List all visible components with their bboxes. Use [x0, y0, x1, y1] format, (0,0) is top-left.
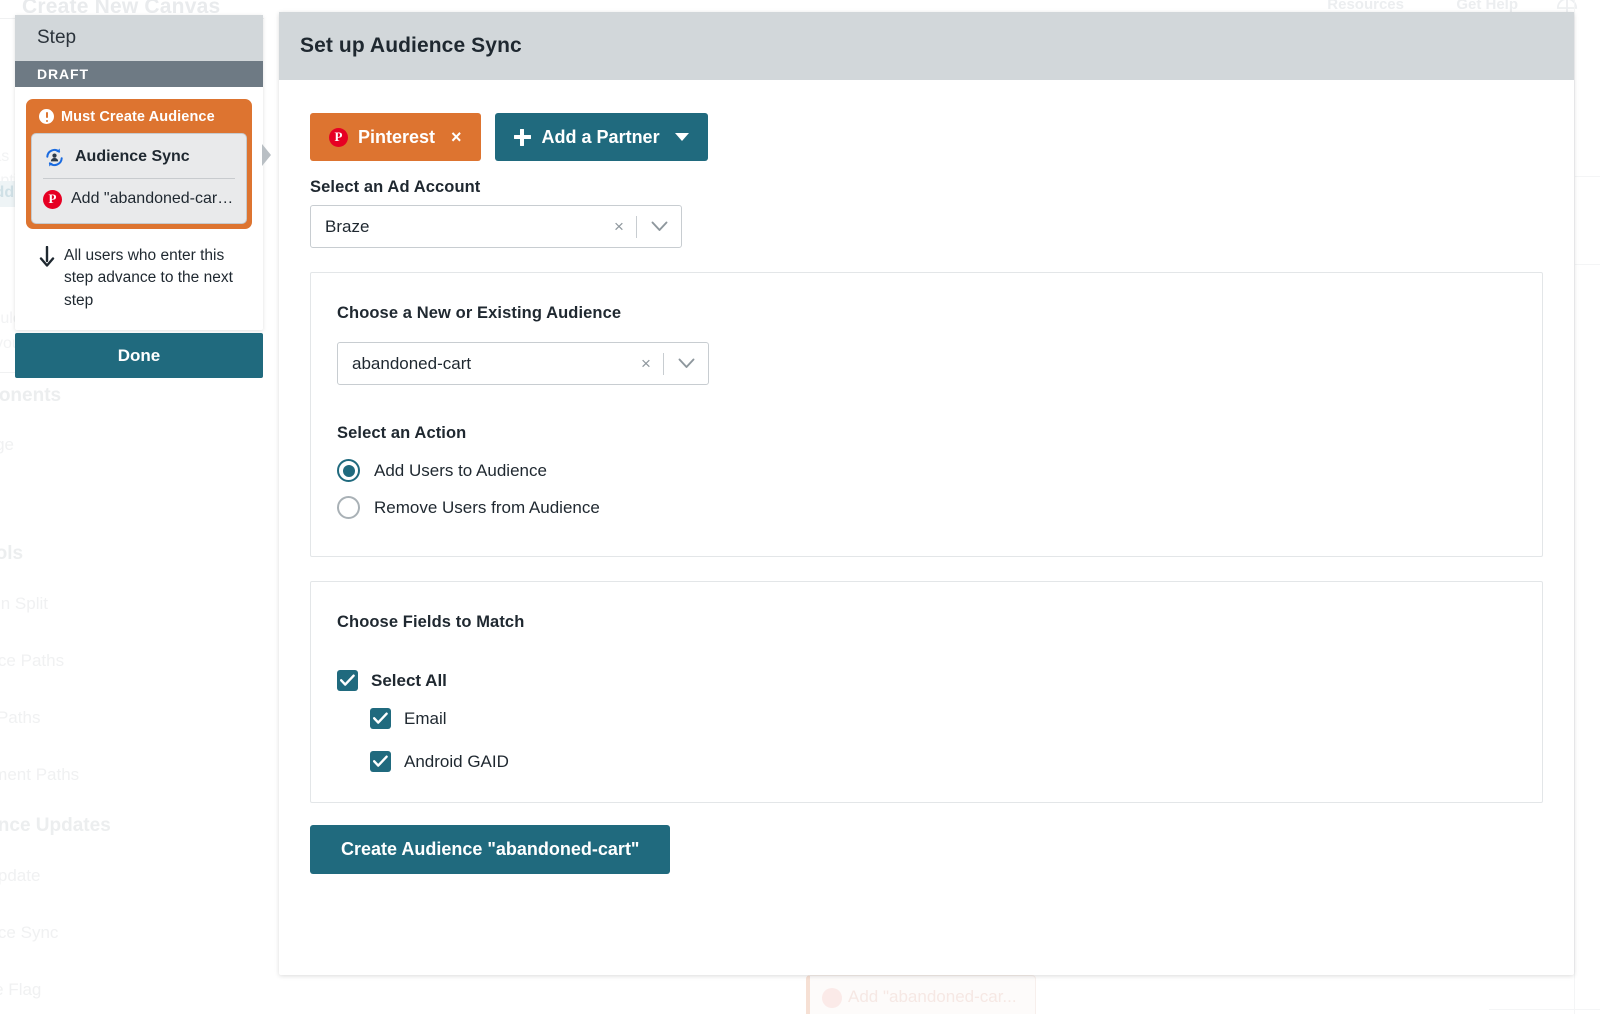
panel-header: Set up Audience Sync [279, 12, 1574, 80]
partner-node-row[interactable]: P Add "abandoned-car… [43, 185, 235, 213]
fields-label: Choose Fields to Match [337, 613, 525, 631]
chevron-down-icon[interactable] [664, 358, 708, 369]
check-icon [373, 755, 388, 767]
step-panel-title: Step [37, 27, 77, 48]
checkbox-email[interactable]: Email [370, 708, 1516, 729]
must-create-audience-title: Must Create Audience [61, 108, 215, 125]
checkbox-select-all-input[interactable] [337, 670, 358, 691]
audience-select[interactable]: abandoned-cart × [337, 342, 709, 385]
audience-sync-panel: Set up Audience Sync P Pinterest × Add a… [279, 12, 1574, 975]
checkbox-android-gaid-input[interactable] [370, 751, 391, 772]
node-divider [43, 178, 235, 179]
field-checkbox-list: Email Android GAID [370, 708, 1516, 772]
chevron-down-icon [674, 133, 689, 141]
background-sidebar-item: Audience Sync [0, 923, 59, 942]
close-icon[interactable]: × [629, 355, 663, 372]
create-audience-button[interactable]: Create Audience "abandoned-cart" [310, 825, 671, 874]
partner-node-label: Add "abandoned-car… [71, 190, 234, 207]
check-icon [373, 712, 388, 724]
step-panel-header: Step [15, 15, 263, 61]
checkbox-android-gaid[interactable]: Android GAID [370, 751, 1516, 772]
radio-add-users[interactable]: Add Users to Audience [337, 452, 1516, 489]
radio-remove-users-label: Remove Users from Audience [374, 497, 600, 517]
ad-account-label: Select an Ad Account [310, 178, 481, 196]
background-sidebar-item: Audience Paths [0, 651, 65, 670]
must-create-audience-header: Must Create Audience [29, 102, 249, 131]
advance-note-text: All users who enter this step advance to… [64, 247, 233, 309]
partner-pinterest-button[interactable]: P Pinterest × [310, 113, 481, 161]
partner-pinterest-label: Pinterest [358, 126, 436, 147]
background-sidebar-item: Controls [0, 543, 24, 564]
must-create-audience-card[interactable]: Must Create Audience Audience Sync P Add… [26, 99, 252, 229]
page-title: Set up Audience Sync [300, 34, 522, 57]
background-sidebar-item: Components [0, 385, 62, 406]
close-icon[interactable]: × [602, 218, 636, 235]
done-button[interactable]: Done [15, 333, 263, 378]
audience-sync-node-row: Audience Sync [43, 143, 235, 171]
background-sidebar-item: Audience Updates [0, 815, 111, 836]
radio-add-users-input[interactable] [337, 459, 360, 482]
checkbox-email-input[interactable] [370, 708, 391, 729]
check-icon [340, 674, 355, 686]
chevron-down-icon[interactable] [637, 221, 681, 232]
background-sidebar-item: Feature Flag [0, 980, 42, 999]
ad-account-value: Braze [325, 216, 370, 236]
background-faint-row: Canvas [0, 148, 10, 165]
radio-remove-users[interactable]: Remove Users from Audience [337, 489, 1516, 526]
audience-sync-node[interactable]: Audience Sync P Add "abandoned-car… [31, 133, 247, 224]
background-sidebar-item: User Update [0, 866, 41, 885]
add-partner-label: Add a Partner [541, 126, 660, 147]
audience-value: abandoned-cart [352, 353, 472, 373]
advance-note: All users who enter this step advance to… [26, 229, 252, 330]
background-sidebar-item: Message [0, 435, 14, 454]
radio-add-users-label: Add Users to Audience [374, 460, 547, 480]
checkbox-select-all-label: Select All [371, 670, 447, 690]
audience-sync-node-label: Audience Sync [75, 148, 190, 165]
background-sidebar-item: Experiment Paths [0, 765, 80, 784]
ad-account-select[interactable]: Braze × [310, 205, 682, 248]
background-sidebar-item: Decision Split [0, 594, 48, 613]
plus-icon [513, 128, 531, 146]
audience-section: Choose a New or Existing Audience abando… [310, 272, 1543, 557]
pinterest-icon [822, 988, 842, 1008]
audience-sync-icon [46, 147, 63, 167]
checkbox-select-all[interactable]: Select All [337, 670, 1516, 691]
draft-badge-label: DRAFT [37, 66, 89, 82]
ad-account-field: Select an Ad Account Braze × [310, 178, 1543, 248]
alert-circle-icon [39, 109, 54, 124]
pinterest-icon: P [43, 189, 62, 209]
radio-remove-users-input[interactable] [337, 496, 360, 519]
add-partner-button[interactable]: Add a Partner [494, 113, 708, 161]
pinterest-icon: P [329, 127, 348, 147]
background-floating-card-label: Add "abandoned-car... [848, 987, 1017, 1006]
audience-label: Choose a New or Existing Audience [337, 304, 622, 322]
right-triangle-icon [262, 144, 271, 166]
close-icon[interactable]: × [451, 128, 462, 146]
checkbox-email-label: Email [404, 708, 447, 728]
action-label: Select an Action [337, 424, 467, 442]
fields-section: Choose Fields to Match Select All Email [310, 581, 1543, 803]
background-sidebar-item: Action Paths [0, 708, 41, 727]
down-arrow-icon [39, 246, 55, 267]
draft-badge: DRAFT [15, 61, 263, 87]
checkbox-android-gaid-label: Android GAID [404, 751, 509, 771]
background-floating-card: Add "abandoned-car... [806, 975, 1036, 1014]
partner-tabs: P Pinterest × Add a Partner [310, 113, 1543, 161]
step-panel: Step DRAFT Must Create Audience Audience… [15, 15, 271, 331]
